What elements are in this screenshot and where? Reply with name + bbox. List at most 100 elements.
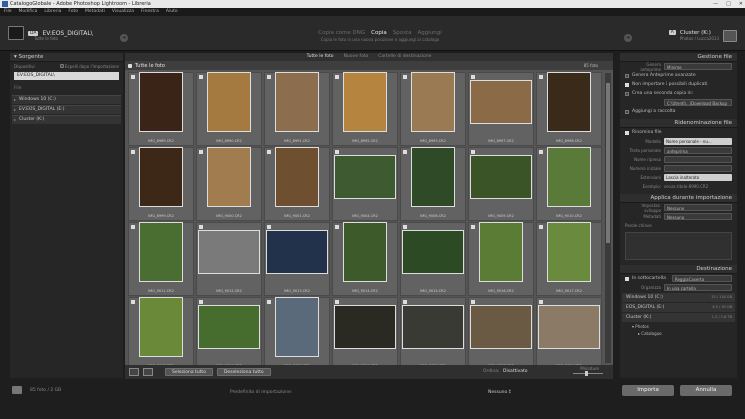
photo-checkbox[interactable] xyxy=(403,150,407,154)
mode-move[interactable]: Sposta xyxy=(393,30,412,36)
check-all-checkbox[interactable] xyxy=(128,63,132,68)
photo-cell[interactable]: IMG_9013.CR2 xyxy=(264,222,330,296)
photo-cell[interactable]: IMG_8989.CR2 xyxy=(128,71,194,146)
photo-checkbox[interactable] xyxy=(471,150,475,154)
photo-cell[interactable]: IMG_9001.CR2 xyxy=(264,146,330,221)
photo-thumbnail[interactable] xyxy=(266,229,328,274)
photo-checkbox[interactable] xyxy=(335,300,339,304)
photo-thumbnail[interactable] xyxy=(275,71,319,132)
volume-item[interactable]: Cluster (K:) xyxy=(12,115,121,124)
photo-thumbnail[interactable] xyxy=(334,304,396,349)
photo-checkbox[interactable] xyxy=(267,300,271,304)
photo-cell[interactable]: IMG_9024.CR2 xyxy=(536,297,602,371)
photo-checkbox[interactable] xyxy=(539,150,543,154)
photo-cell[interactable]: IMG_9019.CR2 xyxy=(196,297,262,371)
destination-volume[interactable]: Cluster (K:) 1.2 / 1.8 TB xyxy=(622,313,735,322)
photo-cell[interactable]: IMG_9000.CR2 xyxy=(196,146,262,221)
photo-cell[interactable]: IMG_8991.CR2 xyxy=(264,71,330,146)
close-button[interactable]: ✕ xyxy=(739,0,743,8)
photo-cell[interactable]: IMG_9023.CR2 xyxy=(468,297,534,371)
select-all-button[interactable]: Seleziona tutto xyxy=(165,368,213,376)
photo-thumbnail[interactable] xyxy=(207,71,251,132)
grid-view-icon[interactable] xyxy=(129,368,139,376)
cancel-button[interactable]: Annulla xyxy=(680,385,732,396)
photo-thumbnail[interactable] xyxy=(343,71,387,132)
photo-thumbnail[interactable] xyxy=(198,304,260,349)
metadata-select[interactable]: Nessuno xyxy=(664,213,732,220)
menu-view[interactable]: Visualizza xyxy=(112,8,134,16)
photo-cell[interactable]: IMG_9016.CR2 xyxy=(468,221,534,296)
photo-thumbnail[interactable] xyxy=(538,304,600,349)
photo-checkbox[interactable] xyxy=(131,225,135,229)
photo-cell[interactable]: IMG_8999.CR2 xyxy=(128,146,194,221)
photo-checkbox[interactable] xyxy=(199,225,203,229)
photo-thumbnail[interactable] xyxy=(139,146,183,207)
photo-checkbox[interactable] xyxy=(471,300,475,304)
photo-checkbox[interactable] xyxy=(539,225,543,229)
photo-cell[interactable]: IMG_9017.CR2 xyxy=(536,221,602,296)
scrollbar-thumb[interactable] xyxy=(606,83,610,243)
photo-checkbox[interactable] xyxy=(335,150,339,154)
photo-checkbox[interactable] xyxy=(199,75,203,79)
sort-select[interactable]: Disattivato xyxy=(503,369,528,374)
shoot-name-field[interactable] xyxy=(664,156,732,163)
smart-preview-checkbox[interactable]: Genera Anteprime avanzate xyxy=(620,71,737,80)
menu-metadata[interactable]: Metadati xyxy=(85,8,105,16)
deselect-all-button[interactable]: Deseleziona tutto xyxy=(216,368,271,376)
volume-item[interactable]: Windows 10 (C:) xyxy=(12,95,121,104)
apply-header[interactable]: Applica durante importazione xyxy=(620,194,737,203)
photo-thumbnail[interactable] xyxy=(470,304,532,349)
photo-checkbox[interactable] xyxy=(335,75,339,79)
photo-cell[interactable]: IMG_8997.CR2 xyxy=(468,72,534,146)
tab-new-photos[interactable]: Nuove foto xyxy=(344,53,369,61)
photo-thumbnail[interactable] xyxy=(139,296,183,357)
photo-cell[interactable]: IMG_9012.CR2 xyxy=(196,222,262,296)
tab-all-photos[interactable]: Tutte le foto xyxy=(307,53,334,61)
photo-checkbox[interactable] xyxy=(539,75,543,79)
photo-checkbox[interactable] xyxy=(539,300,543,304)
photo-cell[interactable]: IMG_9022.CR2 xyxy=(400,297,466,371)
folder-item[interactable]: ▸ Cataloguo xyxy=(620,330,737,337)
folder-item[interactable]: ▾ Photos xyxy=(620,323,737,330)
selected-source[interactable]: EV:EOS_DIGITAL\ xyxy=(14,72,119,80)
second-copy-path[interactable]: C:\Utenti\...\Download Backup xyxy=(664,99,732,106)
import-info-icon[interactable] xyxy=(12,386,22,394)
custom-text-field[interactable]: anteprima xyxy=(664,147,732,154)
tab-destination-folders[interactable]: Cartelle di destinazione xyxy=(378,53,431,61)
second-copy-checkbox[interactable]: Crea una seconda copia in: xyxy=(620,89,737,98)
photo-cell[interactable]: IMG_9009.CR2 xyxy=(468,147,534,221)
photo-thumbnail[interactable] xyxy=(547,146,591,207)
menu-photo[interactable]: Foto xyxy=(68,8,78,16)
minimize-button[interactable]: — xyxy=(713,0,718,8)
photo-checkbox[interactable] xyxy=(267,225,271,229)
eject-after-import-checkbox[interactable]: Espelli dopo l'importazione xyxy=(59,63,119,69)
no-duplicates-checkbox[interactable]: Non importare i possibili duplicati xyxy=(620,80,737,89)
photo-thumbnail[interactable] xyxy=(547,221,591,282)
import-button[interactable]: Importa xyxy=(622,385,674,396)
model-select[interactable]: Nome personale - nu... xyxy=(664,138,732,145)
file-handling-header[interactable]: Gestione file xyxy=(620,53,737,62)
destination-volume[interactable]: Windows 10 (C:) 33 / 118 GB xyxy=(622,293,735,302)
photo-thumbnail[interactable] xyxy=(411,146,455,207)
photo-thumbnail[interactable] xyxy=(275,146,319,207)
preset-select[interactable]: Nessuno ‡ xyxy=(488,390,511,395)
menu-library[interactable]: Libreria xyxy=(44,8,61,16)
keywords-field[interactable] xyxy=(625,232,732,260)
photo-thumbnail[interactable] xyxy=(470,154,532,199)
mode-copy-dng[interactable]: Copia come DNG xyxy=(318,30,365,36)
photo-cell[interactable]: IMG_9006.CR2 xyxy=(400,146,466,221)
photo-cell[interactable]: IMG_9004.CR2 xyxy=(332,147,398,221)
photo-thumbnail[interactable] xyxy=(547,71,591,132)
photo-cell[interactable]: IMG_9011.CR2 xyxy=(128,221,194,296)
photo-cell[interactable]: IMG_9014.CR2 xyxy=(332,221,398,296)
photo-thumbnail[interactable] xyxy=(198,229,260,274)
preview-select[interactable]: Minime xyxy=(664,63,732,70)
destination-header[interactable]: Destinazione xyxy=(620,265,737,274)
photo-thumbnail[interactable] xyxy=(275,296,319,357)
photo-checkbox[interactable] xyxy=(131,75,135,79)
photo-checkbox[interactable] xyxy=(199,150,203,154)
slider-handle[interactable] xyxy=(585,371,588,376)
extensions-select[interactable]: Lascia inalterato xyxy=(664,174,732,181)
menu-help[interactable]: Aiuto xyxy=(166,8,178,16)
photo-checkbox[interactable] xyxy=(335,225,339,229)
